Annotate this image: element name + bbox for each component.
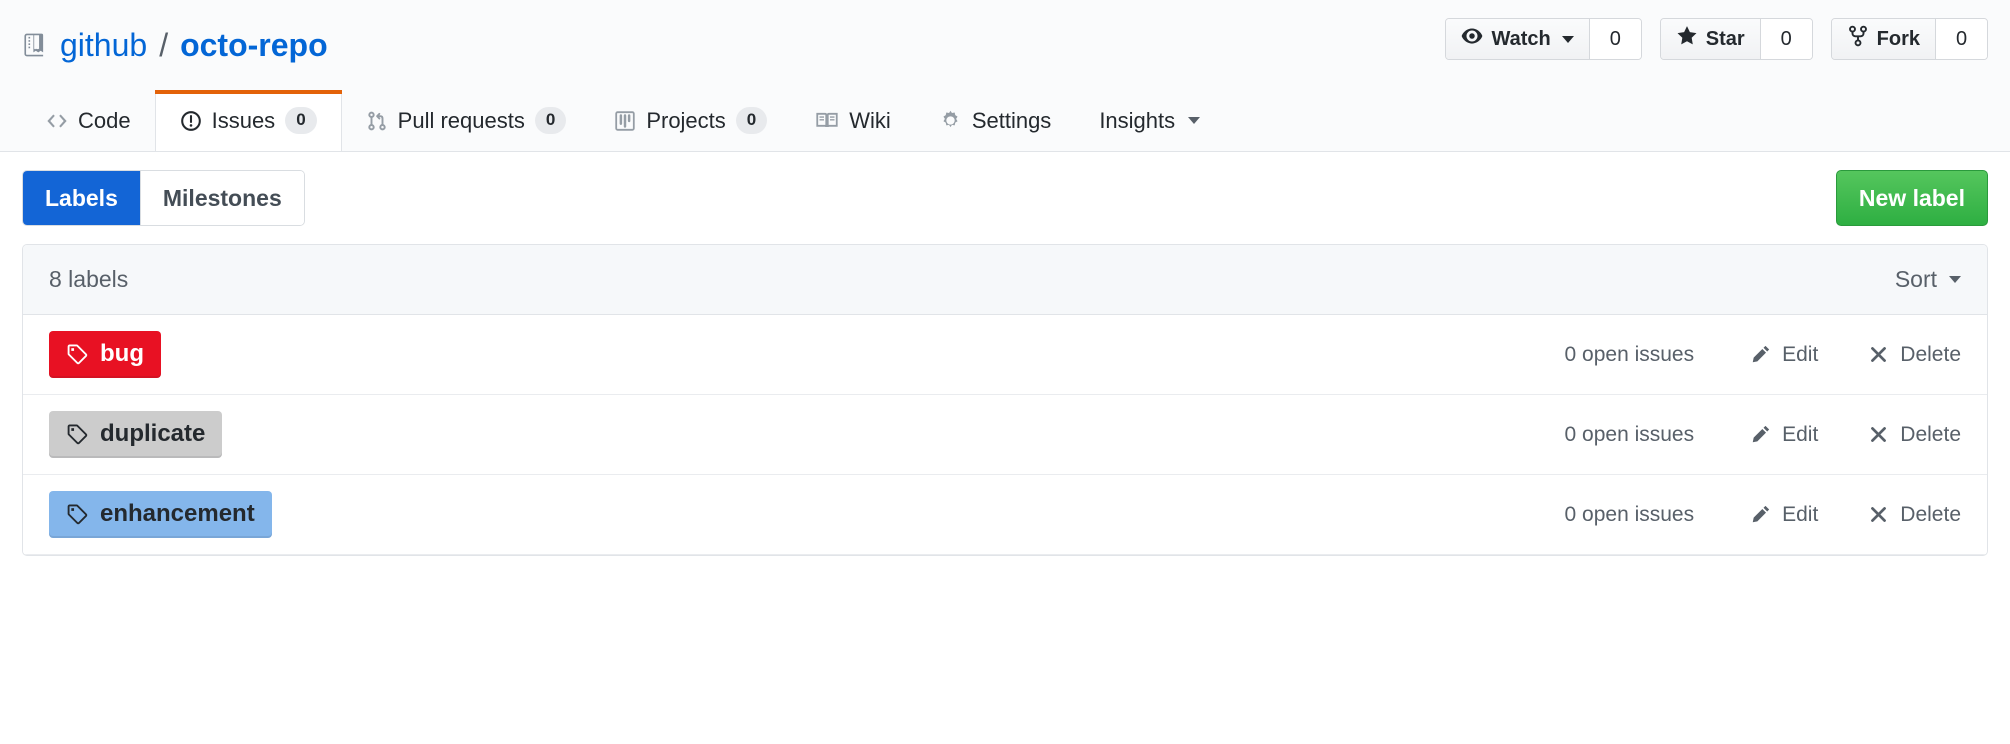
row-controls: 0 open issues Edit Delete — [1565, 343, 1961, 367]
open-issues-link[interactable]: 0 open issues — [1565, 503, 1695, 527]
pencil-icon — [1750, 344, 1771, 365]
delete-label: Delete — [1900, 342, 1961, 366]
nav-item-settings[interactable]: Settings — [915, 90, 1076, 151]
label-name: enhancement — [100, 500, 255, 528]
nav-item-wiki-label: Wiki — [849, 107, 891, 133]
row-actions: Edit Delete — [1750, 343, 1961, 367]
breadcrumb-separator: / — [159, 27, 169, 63]
labels-subnav: Labels Milestones New label — [0, 152, 2010, 244]
breadcrumb: github / octo-repo — [22, 29, 328, 61]
pencil-icon — [1750, 504, 1771, 525]
tag-icon — [66, 343, 89, 366]
nav-item-projects-counter: 0 — [735, 107, 768, 134]
sort-label: Sort — [1894, 266, 1937, 292]
nav-item-insights[interactable]: Insights — [1075, 90, 1224, 151]
nav-item-projects[interactable]: Projects 0 — [590, 90, 791, 151]
gear-icon — [939, 109, 962, 132]
star-icon — [1676, 25, 1698, 53]
table-row: bug 0 open issues Edit Delete — [23, 315, 1987, 395]
nav-item-pull-requests[interactable]: Pull requests 0 — [342, 90, 591, 151]
issue-opened-icon — [180, 110, 202, 132]
code-icon — [46, 110, 68, 132]
open-issues-link[interactable]: 0 open issues — [1565, 423, 1695, 447]
delete-button[interactable]: Delete — [1868, 503, 1961, 527]
nav-item-projects-label: Projects — [646, 107, 726, 133]
label-chip-enhancement[interactable]: enhancement — [49, 491, 272, 538]
star-label: Star — [1705, 27, 1745, 50]
tab-milestones[interactable]: Milestones — [139, 171, 304, 225]
chevron-down-icon — [1188, 117, 1201, 124]
nav-item-insights-label: Insights — [1099, 107, 1176, 133]
nav-item-wiki[interactable]: Wiki — [791, 90, 915, 151]
label-name: bug — [100, 340, 144, 368]
tab-labels[interactable]: Labels — [23, 171, 140, 225]
new-label-button[interactable]: New label — [1835, 170, 1988, 226]
repo-book-icon — [22, 32, 48, 58]
row-actions: Edit Delete — [1750, 503, 1961, 527]
repo-actions: Watch 0 Star 0 Fork 0 — [1445, 18, 1988, 60]
sort-button[interactable]: Sort — [1895, 266, 1961, 293]
repo-header: github / octo-repo Watch 0 Star 0 Fork 0 — [0, 0, 2010, 90]
repo-nav: Code Issues 0 Pull requests 0 Projects 0… — [0, 90, 2010, 152]
label-chip-bug[interactable]: bug — [49, 331, 161, 378]
edit-label: Edit — [1782, 342, 1819, 366]
labels-container: 8 labels Sort bug 0 open issues Edit Del… — [22, 244, 1988, 556]
labels-count: 8 labels — [49, 266, 129, 292]
star-button-group: Star 0 — [1659, 18, 1813, 60]
nav-item-issues-label: Issues — [211, 107, 276, 133]
repo-forked-icon — [1847, 25, 1869, 53]
nav-item-code[interactable]: Code — [22, 90, 155, 151]
delete-label: Delete — [1900, 422, 1961, 446]
fork-count[interactable]: 0 — [1935, 19, 1987, 59]
tag-icon — [66, 423, 89, 446]
row-controls: 0 open issues Edit Delete — [1565, 503, 1961, 527]
edit-button[interactable]: Edit — [1750, 423, 1818, 447]
nav-item-pull-requests-label: Pull requests — [397, 107, 525, 133]
edit-button[interactable]: Edit — [1750, 503, 1818, 527]
labels-milestones-toggle: Labels Milestones — [22, 170, 305, 226]
row-controls: 0 open issues Edit Delete — [1565, 423, 1961, 447]
star-count[interactable]: 0 — [1759, 19, 1812, 59]
chevron-down-icon — [1949, 276, 1961, 283]
project-icon — [614, 110, 636, 132]
star-button[interactable]: Star — [1660, 19, 1760, 59]
nav-item-issues-counter: 0 — [285, 107, 317, 134]
x-icon — [1868, 424, 1889, 445]
nav-item-code-label: Code — [78, 107, 131, 133]
x-icon — [1868, 344, 1889, 365]
row-actions: Edit Delete — [1750, 423, 1961, 447]
open-issues-link[interactable]: 0 open issues — [1565, 343, 1695, 367]
edit-button[interactable]: Edit — [1750, 343, 1818, 367]
watch-button[interactable]: Watch — [1446, 19, 1589, 59]
label-chip-duplicate[interactable]: duplicate — [49, 411, 223, 458]
fork-label: Fork — [1876, 27, 1920, 50]
book-icon — [815, 109, 839, 133]
watch-label: Watch — [1491, 27, 1551, 50]
nav-item-pull-requests-counter: 0 — [534, 107, 567, 134]
table-row: enhancement 0 open issues Edit Delete — [23, 475, 1987, 555]
fork-button-group: Fork 0 — [1830, 18, 1988, 60]
x-icon — [1868, 504, 1889, 525]
edit-label: Edit — [1782, 422, 1819, 446]
fork-button[interactable]: Fork — [1831, 19, 1935, 59]
chevron-down-icon — [1561, 35, 1574, 43]
label-name: duplicate — [100, 420, 206, 448]
watch-count[interactable]: 0 — [1588, 19, 1641, 59]
pencil-icon — [1750, 424, 1771, 445]
labels-header: 8 labels Sort — [23, 245, 1987, 315]
git-pull-request-icon — [366, 110, 388, 132]
nav-item-settings-label: Settings — [971, 107, 1052, 133]
delete-button[interactable]: Delete — [1868, 343, 1961, 367]
eye-icon — [1461, 25, 1483, 53]
watch-button-group: Watch 0 — [1445, 18, 1642, 60]
delete-label: Delete — [1900, 502, 1961, 526]
delete-button[interactable]: Delete — [1868, 423, 1961, 447]
tag-icon — [66, 503, 89, 526]
table-row: duplicate 0 open issues Edit Delete — [23, 395, 1987, 475]
edit-label: Edit — [1782, 502, 1819, 526]
breadcrumb-owner[interactable]: github — [60, 29, 147, 61]
breadcrumb-repo-name[interactable]: octo-repo — [180, 29, 328, 61]
nav-item-issues[interactable]: Issues 0 — [154, 90, 342, 151]
